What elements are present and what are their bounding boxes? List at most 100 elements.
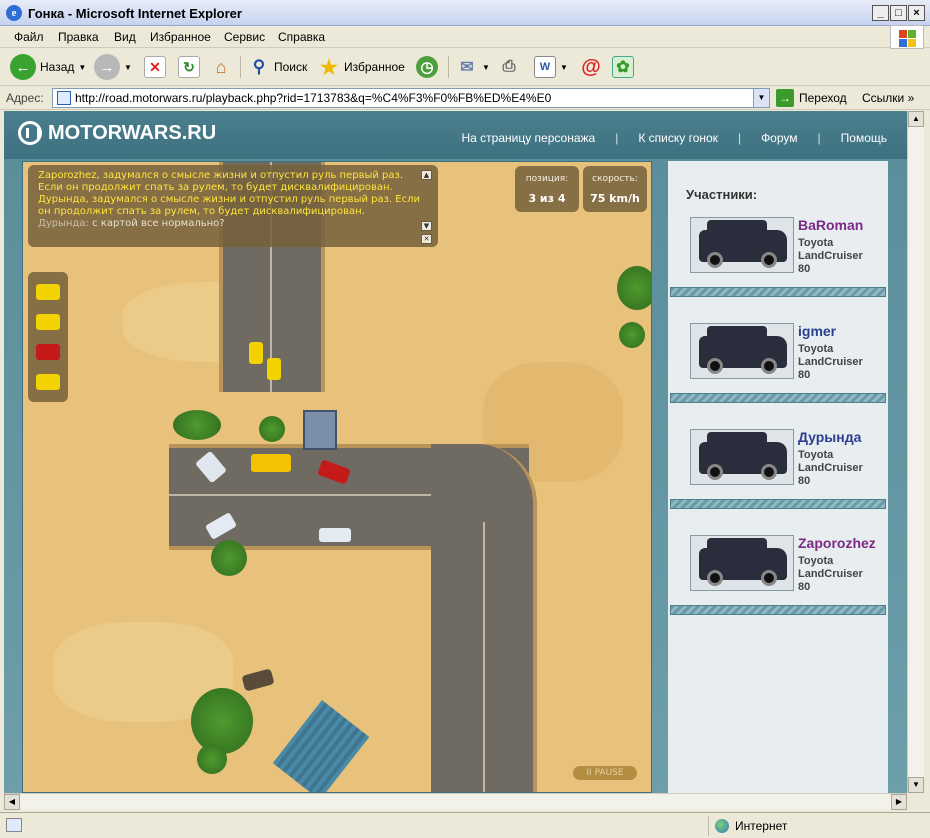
go-label: Переход — [799, 91, 847, 105]
title-bar[interactable]: e Гонка - Microsoft Internet Explorer _ … — [0, 0, 930, 26]
stop-button[interactable]: ✕ — [144, 53, 166, 81]
participant-card[interactable]: Дурында Toyota LandCruiser 80 — [668, 421, 888, 517]
participant-card[interactable]: Zaporozhez Toyota LandCruiser 80 — [668, 527, 888, 623]
nav-races-link[interactable]: К списку гонок — [638, 131, 718, 145]
favorites-label: Избранное — [344, 60, 405, 74]
car-white — [319, 528, 351, 542]
address-input[interactable]: http://road.motorwars.ru/playback.php?ri… — [52, 88, 770, 108]
word-icon: W — [534, 56, 556, 78]
search-button[interactable]: ⚲ Поиск — [248, 53, 308, 81]
scroll-down-icon[interactable]: ▼ — [908, 777, 924, 793]
page-icon — [6, 818, 22, 832]
race-chat-log: Zaporozhez, задумался о смысле жизни и о… — [28, 165, 438, 247]
participant-car: Toyota LandCruiser 80 — [798, 237, 863, 275]
logo-text: MOTORWARS.RU — [48, 121, 217, 144]
history-icon: ◷ — [416, 56, 438, 78]
bush-icon — [619, 322, 645, 348]
menu-view[interactable]: Вид — [114, 30, 136, 44]
progress-bar — [670, 287, 886, 297]
address-dropdown-icon[interactable]: ▼ — [753, 89, 769, 107]
maximize-button[interactable]: □ — [890, 5, 907, 21]
nav-forum-link[interactable]: Форум — [761, 131, 797, 145]
mailru-button[interactable]: @ — [580, 53, 602, 81]
back-button[interactable]: ← Назад ▼ — [10, 53, 86, 81]
refresh-button[interactable]: ↻ — [178, 53, 200, 81]
participant-name[interactable]: igmer — [798, 323, 836, 339]
forward-button[interactable]: → ▼ — [94, 53, 132, 81]
speed-indicator: скорость: 75 km/h — [583, 166, 647, 212]
window-title: Гонка - Microsoft Internet Explorer — [28, 6, 242, 21]
position-indicator: позиция: 3 из 4 — [515, 166, 579, 212]
chat-scroll-down-icon[interactable]: ▼ — [421, 221, 432, 231]
vertical-scrollbar[interactable]: ▲ ▼ — [907, 111, 924, 793]
close-button[interactable]: × — [908, 5, 925, 21]
menu-edit[interactable]: Правка — [58, 30, 99, 44]
race-car-yellow — [249, 342, 263, 364]
standard-toolbar: ← Назад ▼ → ▼ ✕ ↻ ⌂ ⚲ Поиск ★ Избранное … — [0, 48, 930, 86]
progress-bar — [670, 605, 886, 615]
bush-icon — [173, 410, 221, 440]
chat-message: Дурында: с картой все нормально? — [38, 218, 225, 229]
home-button[interactable]: ⌂ — [210, 53, 232, 81]
car-photo — [690, 323, 794, 379]
chevron-down-icon: ▼ — [124, 62, 132, 72]
site-logo[interactable]: MOTORWARS.RU — [18, 121, 216, 145]
address-url: http://road.motorwars.ru/playback.php?ri… — [75, 91, 552, 105]
chat-close-icon[interactable]: ✕ — [421, 234, 432, 244]
back-label: Назад — [40, 60, 75, 74]
menu-help[interactable]: Справка — [278, 30, 325, 44]
scroll-right-icon[interactable]: ▶ — [891, 794, 907, 810]
nav-help-link[interactable]: Помощь — [841, 131, 887, 145]
browser-window: e Гонка - Microsoft Internet Explorer _ … — [0, 0, 930, 838]
site-header: MOTORWARS.RU На страницу персонажа | К с… — [4, 111, 907, 159]
links-button[interactable]: Ссылки » — [862, 91, 914, 105]
participant-name[interactable]: Дурында — [798, 429, 861, 445]
racer-yellow-icon — [36, 284, 60, 300]
participant-car: Toyota LandCruiser 80 — [798, 449, 863, 487]
race-playback-game[interactable]: Zaporozhez, задумался о смысле жизни и о… — [22, 161, 652, 793]
logo-icon — [18, 121, 42, 145]
participant-name[interactable]: Zaporozhez — [798, 535, 876, 551]
horizontal-scrollbar[interactable]: ◀ ▶ — [4, 793, 907, 810]
pause-button[interactable]: II PAUSE — [573, 766, 637, 780]
icq-button[interactable]: ✿ — [612, 53, 634, 81]
bus-icon — [251, 454, 291, 472]
racer-red-icon — [36, 344, 60, 360]
print-button[interactable]: ⎙ — [498, 53, 520, 81]
forward-arrow-icon: → — [94, 54, 120, 80]
scroll-up-icon[interactable]: ▲ — [908, 111, 924, 127]
car-photo — [690, 429, 794, 485]
links-label: Ссылки — [862, 91, 905, 105]
back-arrow-icon: ← — [10, 54, 36, 80]
scroll-left-icon[interactable]: ◀ — [4, 794, 20, 810]
site-nav: На страницу персонажа | К списку гонок |… — [461, 131, 888, 145]
chat-scroll-up-icon[interactable]: ▲ — [421, 170, 432, 180]
participants-title: Участники: — [686, 187, 758, 202]
menu-file[interactable]: Файл — [14, 30, 44, 44]
building-icon — [303, 410, 337, 450]
search-icon: ⚲ — [252, 57, 266, 76]
participant-card[interactable]: BaRoman Toyota LandCruiser 80 — [668, 209, 888, 305]
go-button[interactable]: → Переход — [776, 89, 847, 107]
ie-icon: e — [6, 5, 22, 21]
minimize-button[interactable]: _ — [872, 5, 889, 21]
address-label: Адрес: — [6, 91, 44, 105]
favorites-button[interactable]: ★ Избранное — [318, 53, 405, 81]
history-button[interactable]: ◷ — [416, 53, 438, 81]
participant-name[interactable]: BaRoman — [798, 217, 863, 233]
bush-icon — [259, 416, 285, 442]
mail-button[interactable]: ✉ ▼ — [456, 53, 490, 81]
flower-icon: ✿ — [612, 56, 634, 78]
chevron-down-icon: ▼ — [78, 62, 87, 72]
bush-icon — [191, 688, 253, 754]
page-viewport: MOTORWARS.RU На страницу персонажа | К с… — [4, 111, 907, 793]
edit-button[interactable]: W ▼ — [534, 53, 568, 81]
nav-character-link[interactable]: На страницу персонажа — [462, 131, 596, 145]
participant-car: Toyota LandCruiser 80 — [798, 343, 863, 381]
windows-logo-icon — [890, 25, 924, 49]
go-arrow-icon: → — [776, 89, 794, 107]
menu-favorites[interactable]: Избранное — [150, 30, 211, 44]
participant-card[interactable]: igmer Toyota LandCruiser 80 — [668, 315, 888, 411]
menu-tools[interactable]: Сервис — [224, 30, 265, 44]
participants-panel: Участники: BaRoman Toyota LandCruiser 80 i… — [668, 161, 888, 793]
